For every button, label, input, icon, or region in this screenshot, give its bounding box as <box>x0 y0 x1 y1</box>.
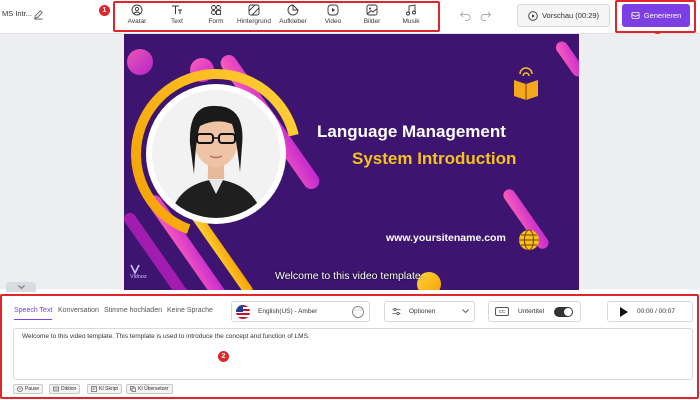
generate-label: Generieren <box>643 11 682 20</box>
script-textarea[interactable]: Welcome to this video template. This tem… <box>13 328 693 380</box>
video-icon <box>327 4 339 16</box>
deco-bar <box>555 41 579 77</box>
slide-headline-line1: Language Management <box>317 122 506 141</box>
more-options-icon[interactable]: ··· <box>352 305 364 318</box>
tool-bilder[interactable]: Bilder <box>352 2 392 28</box>
book-icon <box>514 67 538 100</box>
options-label: Optionen <box>409 308 436 315</box>
generate-button[interactable]: Generieren <box>622 4 690 27</box>
image-icon <box>366 4 378 16</box>
chevron-down-icon <box>17 284 25 289</box>
deco-dot <box>127 49 153 75</box>
options-select[interactable]: Optionen <box>384 301 475 322</box>
canvas-area: Language Management System Introduction … <box>0 34 700 292</box>
tool-text[interactable]: Text <box>157 2 197 28</box>
tool-musik[interactable]: Musik <box>391 2 431 28</box>
closed-caption-icon: CC <box>495 307 509 316</box>
sticker-icon <box>287 4 299 16</box>
shapes-icon <box>211 5 221 15</box>
edit-icon[interactable] <box>33 9 44 20</box>
tab-konversation[interactable]: Konversation <box>58 307 99 314</box>
slide-headline-line2: System Introduction <box>352 149 517 168</box>
ai-translator-button[interactable]: KI Übersetzer <box>126 384 173 394</box>
subtitle-toggle[interactable] <box>554 306 573 317</box>
preview-label: Vorschau (00:29) <box>541 11 600 20</box>
slide-caption: Welcome to this video template. <box>275 270 424 282</box>
ai-script-icon <box>91 386 97 392</box>
voice-name: English(US) - Amber <box>258 308 318 315</box>
sliders-icon <box>392 307 401 316</box>
ai-script-button[interactable]: KI Skript <box>87 384 122 394</box>
annotation-marker-2: 2 <box>218 351 229 362</box>
annotation-marker-1: 1 <box>99 5 110 16</box>
voice-select[interactable]: English(US) - Amber ··· <box>231 301 370 322</box>
diction-icon <box>53 386 59 392</box>
pause-button[interactable]: Pause <box>13 384 44 394</box>
playback-time: 00:00 / 00:07 <box>637 308 675 315</box>
text-icon <box>172 5 182 14</box>
redo-icon[interactable] <box>480 9 492 21</box>
diction-button[interactable]: Diktion <box>49 384 81 394</box>
audio-player: 00:00 / 00:07 <box>607 301 693 322</box>
diction-label: Diktion <box>61 386 77 392</box>
project-name[interactable]: MS Intr... <box>2 9 32 18</box>
preview-button[interactable]: Vorschau (00:29) <box>517 4 610 27</box>
tool-form[interactable]: Form <box>196 2 236 28</box>
tool-label: Form <box>208 18 224 25</box>
clock-icon <box>17 386 23 392</box>
tool-label: Text <box>171 18 183 25</box>
ai-script-label: KI Skript <box>99 386 118 392</box>
collapse-panel-button[interactable] <box>6 282 36 292</box>
tool-aufkleber[interactable]: Aufkleber <box>273 2 313 28</box>
tab-speech-text[interactable]: Speech Text <box>14 307 52 314</box>
ai-translator-label: KI Übersetzer <box>138 386 169 392</box>
tab-stimme-hochladen[interactable]: Stimme hochladen <box>104 307 162 314</box>
tool-label: Aufkleber <box>279 18 307 25</box>
brand-logo-text: Vidnoz <box>130 274 147 280</box>
script-text: Welcome to this video template. This tem… <box>22 333 310 340</box>
toggle-knob <box>564 307 572 316</box>
tool-label: Hintergrund <box>237 18 271 25</box>
top-bar: MS Intr... 1 Avatar Text Form Hintergrun… <box>0 0 700 44</box>
music-icon <box>406 4 416 16</box>
tool-hintergrund[interactable]: Hintergrund <box>234 2 274 28</box>
vidnoz-logo-mark <box>130 264 140 275</box>
translate-icon <box>130 386 136 392</box>
slide-website: www.yoursitename.com <box>386 232 506 244</box>
play-icon[interactable] <box>620 306 628 317</box>
active-tab-indicator <box>14 319 52 320</box>
tool-label: Musik <box>402 18 420 25</box>
script-editor-panel: Speech Text Konversation Stimme hochlade… <box>0 294 699 399</box>
subtitle-label: Untertitel <box>518 308 545 315</box>
play-circle-icon <box>528 10 538 21</box>
globe-icon <box>519 229 539 251</box>
pause-label: Pause <box>25 386 40 392</box>
tab-keine-sprache[interactable]: Keine Sprache <box>167 307 213 314</box>
us-flag-icon <box>236 304 250 319</box>
tool-label: Avatar <box>127 18 147 25</box>
undo-icon[interactable] <box>459 9 471 21</box>
tool-label: Bilder <box>363 18 381 25</box>
tool-avatar[interactable]: Avatar <box>117 2 157 28</box>
tool-label: Video <box>324 18 342 25</box>
avatar-icon <box>131 4 143 16</box>
video-slide[interactable]: Language Management System Introduction … <box>124 34 579 290</box>
chevron-down-icon <box>462 309 469 314</box>
subtitle-control: CC Untertitel <box>488 301 581 322</box>
generate-icon <box>631 11 640 20</box>
tool-video[interactable]: Video <box>313 2 353 28</box>
background-icon <box>248 4 260 16</box>
